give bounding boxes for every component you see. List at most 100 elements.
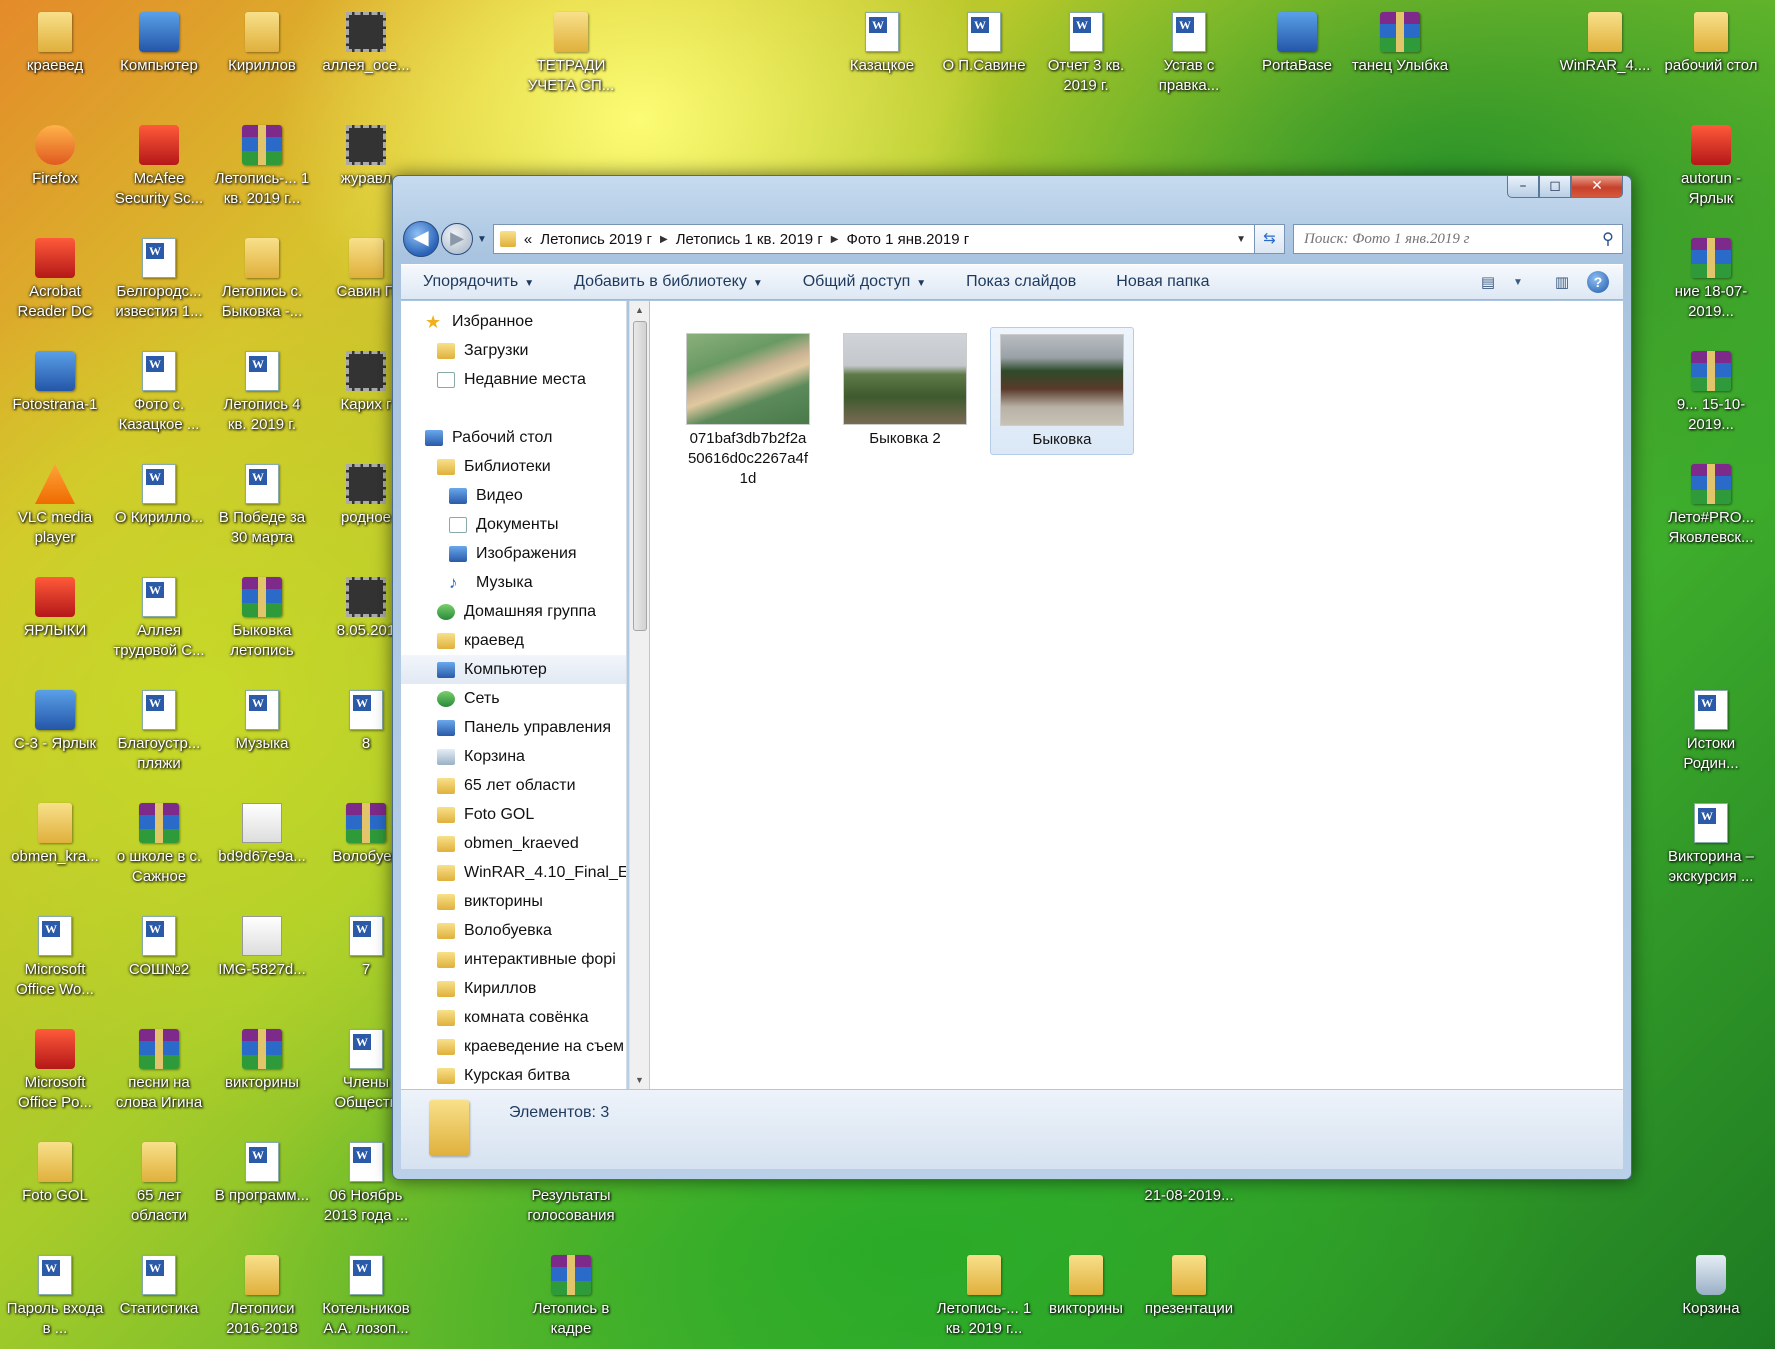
desktop-icon[interactable]: СОШ№2	[110, 916, 208, 980]
desktop-icon[interactable]: С-3 - Ярлык	[6, 690, 104, 754]
desktop-icon[interactable]: Быковка летопись	[213, 577, 311, 661]
desktop-icon[interactable]: Компьютер	[110, 12, 208, 76]
desktop-icon[interactable]: аллея_осе...	[317, 12, 415, 76]
refresh-button[interactable]: ⇆	[1255, 224, 1285, 254]
desktop-icon[interactable]: викторины	[213, 1029, 311, 1093]
desktop-icon[interactable]: Викторина – экскурсия ...	[1662, 803, 1760, 887]
nav-pane-item[interactable]: Изображения	[401, 539, 626, 568]
desktop-icon[interactable]: краевед	[6, 12, 104, 76]
desktop-icon[interactable]: О Кирилло...	[110, 464, 208, 528]
nav-pane-item[interactable]: Видео	[401, 481, 626, 510]
nav-pane-item[interactable]: Курская битва	[401, 1061, 626, 1089]
desktop-icon[interactable]: Летопись-... 1 кв. 2019 г...	[935, 1255, 1033, 1339]
nav-pane-item[interactable]: Корзина	[401, 742, 626, 771]
breadcrumb-overflow[interactable]: «	[524, 231, 532, 248]
desktop-icon[interactable]: Благоустр... пляжи	[110, 690, 208, 774]
desktop-icon[interactable]: Fotostrana-1	[6, 351, 104, 415]
nav-pane-item[interactable]: ★ Избранное	[401, 307, 626, 336]
desktop-icon[interactable]: autorun - Ярлык	[1662, 125, 1760, 209]
desktop-icon[interactable]: О П.Савине	[935, 12, 1033, 76]
chevron-right-icon[interactable]: ▶	[831, 234, 839, 245]
desktop-icon[interactable]: Лето#PRO... Яковлевск...	[1662, 464, 1760, 548]
nav-pane-item[interactable]: Рабочий стол	[401, 423, 626, 452]
desktop-icon[interactable]: Белгородс... известия 1...	[110, 238, 208, 322]
scroll-down-icon[interactable]: ▼	[630, 1071, 649, 1089]
desktop-icon[interactable]: песни на слова Игина	[110, 1029, 208, 1113]
desktop-icon[interactable]: IMG-5827d...	[213, 916, 311, 980]
nav-pane-item[interactable]: комната совёнка	[401, 1003, 626, 1032]
desktop-icon[interactable]: 65 лет области	[110, 1142, 208, 1226]
desktop-icon[interactable]: Отчет 3 кв. 2019 г.	[1037, 12, 1135, 96]
desktop-icon[interactable]: Foto GOL	[6, 1142, 104, 1206]
nav-pane-item[interactable]: Документы	[401, 510, 626, 539]
desktop-icon[interactable]: Microsoft Office Po...	[6, 1029, 104, 1113]
desktop-icon[interactable]: WinRAR_4....	[1556, 12, 1654, 76]
new-folder-button[interactable]: Новая папка	[1094, 273, 1227, 291]
nav-pane-item[interactable]: викторины	[401, 887, 626, 916]
nav-pane-item[interactable]: 65 лет области	[401, 771, 626, 800]
desktop-icon[interactable]: Устав с правка...	[1140, 12, 1238, 96]
desktop-icon[interactable]: Музыка	[213, 690, 311, 754]
file-list[interactable]: 071baf3db7b2f2a 50616d0c2267a4f 1d Быковка …	[650, 301, 1623, 1089]
scroll-thumb[interactable]	[633, 321, 647, 631]
nav-pane-item[interactable]: Волобуевка	[401, 916, 626, 945]
desktop-icon[interactable]: 9... 15-10-2019...	[1662, 351, 1760, 435]
desktop-icon[interactable]: Летописи 2016-2018	[213, 1255, 311, 1339]
desktop-icon[interactable]: VLC media player	[6, 464, 104, 548]
desktop-icon[interactable]: Фото с. Казацкое ...	[110, 351, 208, 435]
nav-pane-item[interactable]: интерактивные форі	[401, 945, 626, 974]
desktop-icon[interactable]: Котельников А.А. лозоп...	[317, 1255, 415, 1339]
desktop-icon[interactable]: McAfee Security Sc...	[110, 125, 208, 209]
file-tile[interactable]: Быковка 2	[833, 327, 977, 455]
nav-pane-item[interactable]: краевед	[401, 626, 626, 655]
scroll-up-icon[interactable]: ▲	[630, 301, 649, 319]
desktop-icon[interactable]: Статистика	[110, 1255, 208, 1319]
nav-pane-item[interactable]: Кириллов	[401, 974, 626, 1003]
preview-pane-icon[interactable]: ▥	[1547, 273, 1577, 291]
desktop-icon[interactable]: ЯРЛЫКИ	[6, 577, 104, 641]
breadcrumb-item[interactable]: Фото 1 янв.2019 г	[847, 231, 970, 248]
desktop-icon[interactable]: ТЕТРАДИ УЧЕТА СП...	[522, 12, 620, 96]
nav-pane-item[interactable]: Компьютер	[401, 655, 626, 684]
desktop-icon[interactable]: Кириллов	[213, 12, 311, 76]
add-to-library-button[interactable]: Добавить в библиотеку ▼	[552, 273, 781, 291]
desktop-icon[interactable]: В Победе за 30 марта	[213, 464, 311, 548]
nav-pane-item[interactable]: Панель управления	[401, 713, 626, 742]
view-options-icon[interactable]: ▤	[1473, 273, 1503, 291]
desktop-icon[interactable]: рабочий стол	[1662, 12, 1760, 76]
back-button[interactable]: ◀	[403, 221, 439, 257]
desktop-icon[interactable]: Корзина	[1662, 1255, 1760, 1319]
file-tile[interactable]: Быковка	[990, 327, 1134, 455]
desktop-icon[interactable]: Аллея трудовой С...	[110, 577, 208, 661]
desktop-icon[interactable]: презентации	[1140, 1255, 1238, 1319]
desktop-icon[interactable]: PortaBase	[1248, 12, 1346, 76]
desktop-icon[interactable]: ние 18-07-2019...	[1662, 238, 1760, 322]
desktop-icon[interactable]: Летопись 4 кв. 2019 г.	[213, 351, 311, 435]
search-icon[interactable]: ⚲	[1594, 229, 1622, 249]
desktop-icon[interactable]: Acrobat Reader DC	[6, 238, 104, 322]
desktop-icon[interactable]: Microsoft Office Wo...	[6, 916, 104, 1000]
search-box[interactable]: ⚲	[1293, 224, 1623, 254]
nav-pane-item[interactable]: Foto GOL	[401, 800, 626, 829]
breadcrumb-item[interactable]: Летопись 2019 г	[540, 231, 652, 248]
desktop-icon[interactable]: Казацкое	[833, 12, 931, 76]
desktop-icon[interactable]: о школе в с. Сажное	[110, 803, 208, 887]
recent-pages-dropdown-icon[interactable]: ▼	[477, 234, 487, 245]
view-dropdown-icon[interactable]: ▼	[1503, 277, 1533, 288]
search-input[interactable]	[1304, 230, 1594, 248]
desktop-icon[interactable]: Firefox	[6, 125, 104, 189]
slideshow-button[interactable]: Показ слайдов	[944, 273, 1094, 291]
desktop-icon[interactable]: Летопись в кадре	[522, 1255, 620, 1339]
nav-pane-item[interactable]: ♪ Музыка	[401, 568, 626, 597]
nav-pane-item[interactable]: obmen_kraeved	[401, 829, 626, 858]
desktop-icon[interactable]: Пароль входа в ...	[6, 1255, 104, 1339]
explorer-window[interactable]: – ◻ ✕ ◀ ▶ ▼ « Летопись 2019 г ▶ Летопись…	[392, 175, 1632, 1180]
file-tile[interactable]: 071baf3db7b2f2a 50616d0c2267a4f 1d	[676, 327, 820, 487]
address-bar[interactable]: « Летопись 2019 г ▶ Летопись 1 кв. 2019 …	[492, 224, 1255, 254]
nav-pane-item[interactable]: Сеть	[401, 684, 626, 713]
desktop-icon[interactable]: obmen_kra...	[6, 803, 104, 867]
navigation-scrollbar[interactable]: ▲ ▼	[629, 301, 649, 1089]
chevron-right-icon[interactable]: ▶	[660, 234, 668, 245]
nav-pane-item[interactable]: WinRAR_4.10_Final_Er	[401, 858, 626, 887]
desktop-icon[interactable]: викторины	[1037, 1255, 1135, 1319]
